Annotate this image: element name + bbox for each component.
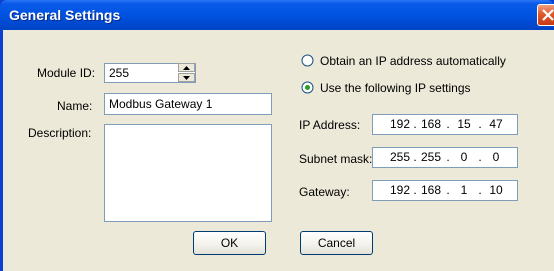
radio-obtain-automatically[interactable] (301, 54, 314, 67)
ip-octet[interactable]: 15 (451, 117, 477, 131)
gateway-octet[interactable]: 1 (451, 183, 477, 197)
gateway-octet[interactable]: 168 (418, 183, 444, 197)
subnet-mask-label: Subnet mask: (299, 152, 373, 166)
gateway-octet[interactable]: 10 (483, 183, 509, 197)
subnet-mask-field[interactable]: 255 . 255 . 0 . 0 (372, 147, 518, 168)
spin-up-button[interactable] (178, 63, 195, 72)
general-settings-dialog: General Settings Module ID: 255 Name: Mo… (0, 0, 554, 271)
name-input[interactable]: Modbus Gateway 1 (104, 93, 272, 115)
ip-address-label: IP Address: (299, 118, 361, 132)
description-textarea[interactable] (104, 124, 272, 222)
gateway-label: Gateway: (299, 185, 350, 199)
subnet-octet[interactable]: 255 (418, 150, 444, 164)
subnet-octet[interactable]: 255 (387, 150, 413, 164)
arrow-down-icon (183, 76, 190, 80)
module-id-spinner[interactable] (178, 63, 195, 82)
gateway-octet[interactable]: 192 (387, 183, 413, 197)
radio-selected-dot (305, 85, 310, 90)
module-id-value: 255 (109, 66, 130, 80)
dialog-title: General Settings (9, 7, 121, 23)
name-label: Name: (57, 99, 93, 113)
subnet-octet[interactable]: 0 (483, 150, 509, 164)
ip-octet[interactable]: 192 (387, 117, 413, 131)
ip-octet[interactable]: 168 (418, 117, 444, 131)
radio-use-following-label[interactable]: Use the following IP settings (320, 81, 471, 95)
subnet-octet[interactable]: 0 (451, 150, 477, 164)
ok-button[interactable]: OK (193, 231, 266, 255)
title-bar[interactable]: General Settings (0, 0, 554, 30)
spin-down-button[interactable] (178, 73, 195, 82)
close-icon (542, 9, 554, 21)
radio-obtain-automatically-label[interactable]: Obtain an IP address automatically (320, 54, 506, 68)
cancel-button[interactable]: Cancel (300, 231, 373, 255)
close-button[interactable] (537, 4, 554, 26)
gateway-field[interactable]: 192 . 168 . 1 . 10 (372, 180, 518, 201)
ip-octet[interactable]: 47 (483, 117, 509, 131)
ip-address-field[interactable]: 192 . 168 . 15 . 47 (372, 114, 518, 135)
description-label: Description: (28, 126, 92, 140)
module-id-label: Module ID: (37, 66, 96, 80)
arrow-up-icon (183, 66, 190, 70)
name-value: Modbus Gateway 1 (109, 97, 213, 111)
dialog-client-area: Module ID: 255 Name: Modbus Gateway 1 De… (3, 30, 554, 271)
radio-use-following[interactable] (301, 81, 314, 94)
